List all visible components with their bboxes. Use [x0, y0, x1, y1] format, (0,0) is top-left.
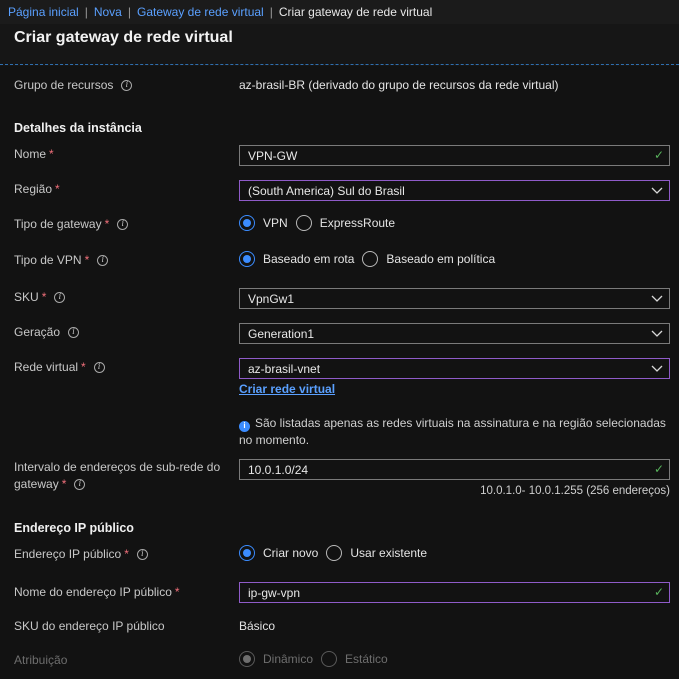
- info-icon[interactable]: i: [97, 254, 109, 266]
- region-select[interactable]: (South America) Sul do Brasil: [239, 180, 670, 201]
- breadcrumb-current: Criar gateway de rede virtual: [278, 5, 433, 19]
- info-icon[interactable]: i: [54, 291, 66, 303]
- info-icon[interactable]: i: [117, 218, 129, 230]
- resource-group-value: az-brasil-BR (derivado do grupo de recur…: [239, 78, 559, 92]
- assignment-option-static: Estático: [321, 651, 388, 667]
- breadcrumb-new-link[interactable]: Nova: [94, 5, 122, 19]
- info-icon[interactable]: i: [136, 548, 148, 560]
- name-input[interactable]: VPN-GW ✓: [239, 145, 670, 166]
- assignment-radio-group: Dinâmico Estático: [239, 651, 396, 667]
- breadcrumb-separator: |: [127, 5, 131, 19]
- info-icon: i: [239, 420, 250, 432]
- subnet-range-label-line1: Intervalo de endereços de sub-rede do: [14, 460, 221, 474]
- public-ip-option-create-new[interactable]: Criar novo: [239, 545, 318, 561]
- assignment-label: Atribuição: [14, 653, 68, 667]
- vnet-info-note: i São listadas apenas as redes virtuais n…: [239, 416, 666, 447]
- breadcrumb-vnet-gateway-link[interactable]: Gateway de rede virtual: [137, 5, 264, 19]
- gateway-type-label: Tipo de gateway * i: [14, 217, 129, 231]
- breadcrumb-separator: |: [84, 5, 88, 19]
- gateway-type-option-vpn[interactable]: VPN: [239, 215, 288, 231]
- subnet-range-label-line2: gateway * i: [14, 477, 86, 491]
- region-label: Região *: [14, 182, 60, 196]
- checkmark-icon: ✓: [653, 148, 664, 162]
- public-ip-option-use-existing[interactable]: Usar existente: [326, 545, 427, 561]
- public-ip-radio-group: Criar novo Usar existente: [239, 545, 435, 561]
- checkmark-icon: ✓: [653, 585, 664, 599]
- checkmark-icon: ✓: [653, 462, 664, 476]
- vpn-type-radio-group: Baseado em rota Baseado em política: [239, 251, 503, 267]
- sku-select[interactable]: VpnGw1: [239, 288, 670, 309]
- public-ip-name-label: Nome do endereço IP público *: [14, 585, 180, 599]
- gateway-type-option-expressroute[interactable]: ExpressRoute: [295, 215, 395, 231]
- vnet-select[interactable]: az-brasil-vnet: [239, 358, 670, 379]
- chevron-down-icon: [651, 295, 663, 302]
- assignment-option-dynamic: Dinâmico: [239, 651, 313, 667]
- create-vnet-link[interactable]: Criar rede virtual: [239, 382, 335, 396]
- chevron-down-icon: [651, 187, 663, 194]
- radio-unselected-disabled: [321, 651, 338, 667]
- gateway-type-radio-group: VPN ExpressRoute: [239, 215, 403, 231]
- breadcrumb-separator: |: [269, 5, 273, 19]
- breadcrumb-home-link[interactable]: Página inicial: [8, 5, 79, 19]
- info-icon[interactable]: i: [93, 361, 105, 373]
- vnet-label: Rede virtual * i: [14, 360, 105, 374]
- name-label: Nome *: [14, 147, 54, 161]
- instance-details-heading: Detalhes da instância: [14, 121, 142, 135]
- info-icon[interactable]: i: [121, 79, 133, 91]
- radio-selected-disabled: [239, 651, 255, 667]
- radio-unselected[interactable]: [326, 545, 343, 561]
- public-ip-sku-label: SKU do endereço IP público: [14, 619, 165, 633]
- public-ip-name-input[interactable]: ip-gw-vpn ✓: [239, 582, 670, 603]
- radio-selected[interactable]: [239, 545, 255, 561]
- public-ip-heading: Endereço IP público: [14, 521, 134, 535]
- resource-group-label: Grupo de recursos i: [14, 78, 133, 92]
- public-ip-sku-value: Básico: [239, 619, 276, 633]
- sku-label: SKU * i: [14, 290, 66, 304]
- chevron-down-icon: [651, 330, 663, 337]
- chevron-down-icon: [651, 365, 663, 372]
- subnet-range-hint: 10.0.1.0- 10.0.1.255 (256 endereços): [480, 485, 670, 497]
- info-icon[interactable]: i: [74, 478, 86, 490]
- radio-selected[interactable]: [239, 251, 255, 267]
- vpn-type-option-route-based[interactable]: Baseado em rota: [239, 251, 354, 267]
- generation-select[interactable]: Generation1: [239, 323, 670, 344]
- radio-selected[interactable]: [239, 215, 255, 231]
- subnet-range-input[interactable]: 10.0.1.0/24 ✓: [239, 459, 670, 480]
- info-icon[interactable]: i: [68, 326, 80, 338]
- radio-unselected[interactable]: [295, 215, 312, 231]
- page-title: Criar gateway de rede virtual: [14, 29, 233, 46]
- breadcrumb: Página inicial | Nova | Gateway de rede …: [0, 0, 679, 24]
- title-divider: [0, 64, 679, 65]
- radio-unselected[interactable]: [362, 251, 379, 267]
- public-ip-address-label: Endereço IP público * i: [14, 547, 148, 561]
- vpn-type-option-policy-based[interactable]: Baseado em política: [362, 251, 495, 267]
- generation-label: Geração i: [14, 325, 80, 339]
- vpn-type-label: Tipo de VPN * i: [14, 253, 109, 267]
